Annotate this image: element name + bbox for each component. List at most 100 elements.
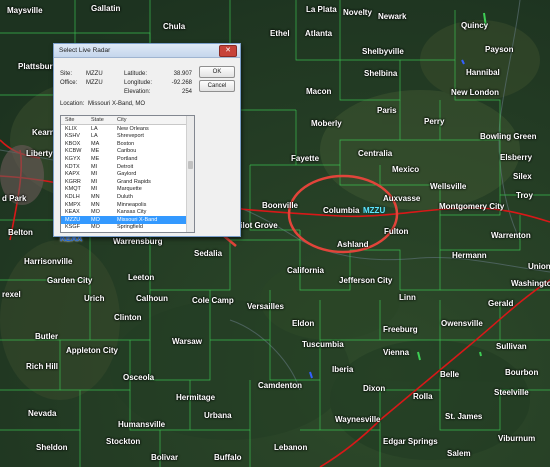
town-label: Versailles — [247, 302, 284, 311]
town-label: Paris — [377, 106, 397, 115]
town-label: Gerald — [488, 299, 514, 308]
column-header-state[interactable]: State — [91, 117, 104, 123]
town-label: Waynesville — [335, 415, 381, 424]
town-label: Lebanon — [274, 443, 308, 452]
town-label: Garden City — [47, 276, 93, 285]
state-cell: MO — [91, 209, 100, 216]
list-item[interactable]: KMQT MI Marquette — [61, 186, 186, 194]
dialog-titlebar[interactable]: Select Live Radar ✕ — [54, 44, 240, 58]
city-cell: New Orleans — [117, 125, 149, 132]
site-cell: KCBW — [65, 148, 82, 155]
town-label: Iberia — [332, 365, 354, 374]
list-item[interactable]: KLIX LA New Orleans — [61, 125, 186, 133]
state-cell: MI — [91, 186, 98, 193]
list-item[interactable]: KGRR MI Grand Rapids — [61, 178, 186, 186]
town-label: Shelbyville — [362, 47, 404, 56]
scrollbar-thumb[interactable] — [188, 161, 193, 169]
list-item[interactable]: KDLH MN Duluth — [61, 193, 186, 201]
location-label: Location: — [60, 101, 85, 107]
elevation-value: 254 — [181, 89, 192, 95]
state-cell: MA — [91, 140, 100, 147]
site-cell: KDTX — [65, 163, 80, 170]
town-label: California — [287, 266, 324, 275]
town-label: Pilot Grove — [235, 221, 278, 230]
town-label: Jefferson City — [339, 276, 393, 285]
town-label: Wellsville — [430, 182, 467, 191]
list-item[interactable]: KGYX ME Portland — [61, 155, 186, 163]
town-label: Tuscumbia — [302, 340, 344, 349]
list-item[interactable]: KBOX MA Boston — [61, 140, 186, 148]
list-item[interactable]: KSHV LA Shreveport — [61, 133, 186, 141]
site-cell: MZZU — [65, 216, 81, 223]
town-label: Gallatin — [91, 4, 121, 13]
town-label: Quincy — [461, 21, 489, 30]
town-label: Calhoun — [136, 294, 168, 303]
state-cell: MN — [91, 201, 100, 208]
town-label: Belle — [440, 370, 460, 379]
town-label: Vienna — [383, 348, 410, 357]
vertical-scrollbar[interactable] — [186, 116, 194, 232]
town-label: Leeton — [128, 273, 155, 282]
town-label: Stockton — [106, 437, 141, 446]
town-label: Cole Camp — [192, 296, 234, 305]
town-label: Freeburg — [383, 325, 418, 334]
town-label: Bowling Green — [480, 132, 537, 141]
site-cell: KSHV — [65, 133, 80, 140]
site-cell: KGYX — [65, 155, 81, 162]
town-label: Sullivan — [496, 342, 527, 351]
list-item[interactable]: KSGF MO Springfield — [61, 224, 186, 232]
town-label: Warrensburg — [113, 237, 163, 246]
town-label: Hannibal — [466, 68, 500, 77]
town-label: Montgomery City — [439, 202, 505, 211]
cancel-button[interactable]: Cancel — [199, 80, 235, 92]
state-cell: ME — [91, 155, 100, 162]
town-label: Maysville — [7, 6, 43, 15]
column-header-city[interactable]: City — [117, 117, 126, 123]
state-cell: LA — [91, 125, 98, 132]
site-cell: KGRR — [65, 178, 81, 185]
city-cell: Minneapolis — [117, 201, 147, 208]
site-label: Site: — [60, 71, 73, 77]
list-item[interactable]: KAPX MI Gaylord — [61, 171, 186, 179]
ok-button[interactable]: OK — [199, 66, 235, 78]
town-label: Urich — [84, 294, 105, 303]
list-item[interactable]: KCBW ME Caribou — [61, 148, 186, 156]
longitude-label: Longitude: — [124, 80, 153, 86]
list-item[interactable]: MZZU MO Missouri X-Band — [61, 216, 186, 224]
radar-site-list[interactable]: Site State City KLIX LA New Orleans KSHV LA S… — [60, 115, 195, 233]
office-value: MZZU — [86, 80, 103, 86]
city-cell: Springfield — [117, 224, 143, 231]
site-cell: KMPX — [65, 201, 81, 208]
city-cell: Duluth — [117, 193, 133, 200]
city-cell: Kansas City — [117, 209, 147, 216]
column-header-site[interactable]: Site — [65, 117, 74, 123]
town-label: Butler — [35, 332, 59, 341]
town-label: Osceola — [123, 373, 155, 382]
elevation-label: Elevation: — [124, 89, 151, 95]
site-cell: KSGF — [65, 224, 80, 231]
town-label: Edgar Springs — [383, 437, 438, 446]
town-label: Perry — [424, 117, 445, 126]
radar-site-label[interactable]: MZZU — [363, 206, 385, 215]
town-label: La Plata — [306, 5, 337, 14]
city-cell: Boston — [117, 140, 135, 147]
latitude-label: Latitude: — [124, 71, 148, 77]
site-cell: KLIX — [65, 125, 77, 132]
town-label: Boonville — [262, 201, 299, 210]
close-button[interactable]: ✕ — [219, 45, 237, 57]
town-label: Novelty — [343, 8, 372, 17]
list-item[interactable]: KMPX MN Minneapolis — [61, 201, 186, 209]
town-label: Camdenton — [258, 381, 302, 390]
town-label: Urbana — [204, 411, 232, 420]
town-label: Union — [528, 262, 550, 271]
town-label: Centralia — [358, 149, 393, 158]
town-label: Troy — [516, 191, 533, 200]
town-label: Moberly — [311, 119, 342, 128]
list-item[interactable]: KEAX MO Kansas City — [61, 209, 186, 217]
town-label: Sheldon — [36, 443, 68, 452]
list-item[interactable]: KDTX MI Detroit — [61, 163, 186, 171]
town-label: Rich Hill — [26, 362, 59, 371]
site-cell: KBOX — [65, 140, 81, 147]
dialog-title: Select Live Radar — [59, 47, 111, 54]
town-label: Plattsburg — [18, 62, 58, 71]
